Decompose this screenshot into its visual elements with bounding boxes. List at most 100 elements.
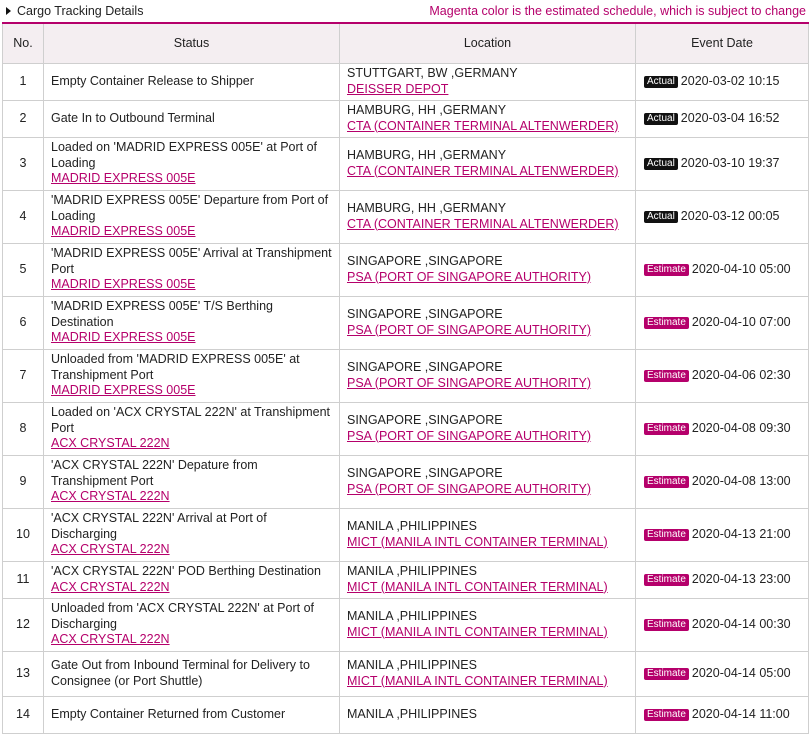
location-cell: SINGAPORE ,SINGAPORE PSA (PORT OF SINGAPO… — [339, 454, 636, 509]
estimate-badge: Estimate — [644, 316, 689, 329]
row-number: 2 — [2, 99, 44, 138]
location-text: MANILA ,PHILIPPINES — [347, 564, 477, 578]
terminal-link[interactable]: PSA (PORT OF SINGAPORE AUTHORITY) — [347, 482, 629, 498]
section-toggle[interactable]: Cargo Tracking Details — [4, 4, 143, 18]
table-row: 14 Empty Container Returned from Customer… — [2, 695, 809, 734]
location-cell: SINGAPORE ,SINGAPORE PSA (PORT OF SINGAPO… — [339, 295, 636, 350]
status-text: Empty Container Release to Shipper — [51, 73, 254, 88]
column-header-event-date: Event Date — [635, 22, 809, 64]
vessel-link[interactable]: ACX CRYSTAL 222N — [51, 542, 333, 558]
event-date-text: 2020-04-10 07:00 — [691, 314, 791, 329]
status-text: Gate In to Outbound Terminal — [51, 110, 215, 125]
vessel-link[interactable]: ACX CRYSTAL 222N — [51, 580, 333, 596]
status-cell: Gate In to Outbound Terminal — [43, 99, 340, 138]
column-header-status: Status — [43, 22, 340, 64]
status-cell: Loaded on 'MADRID EXPRESS 005E' at Port … — [43, 136, 340, 191]
terminal-link[interactable]: MICT (MANILA INTL CONTAINER TERMINAL) — [347, 580, 629, 596]
row-number: 5 — [2, 242, 44, 297]
event-date-text: 2020-04-06 02:30 — [691, 367, 791, 382]
vessel-link[interactable]: ACX CRYSTAL 222N — [51, 436, 333, 452]
row-number: 4 — [2, 189, 44, 244]
status-text: 'ACX CRYSTAL 222N' POD Berthing Destinat… — [51, 564, 321, 578]
estimate-badge: Estimate — [644, 263, 689, 276]
terminal-link[interactable]: PSA (PORT OF SINGAPORE AUTHORITY) — [347, 376, 629, 392]
status-text: Loaded on 'ACX CRYSTAL 222N' at Tranship… — [51, 405, 331, 435]
vessel-link[interactable]: MADRID EXPRESS 005E — [51, 383, 333, 399]
location-text: HAMBURG, HH ,GERMANY — [347, 201, 507, 215]
event-date-text: 2020-03-12 00:05 — [680, 208, 780, 223]
location-text: HAMBURG, HH ,GERMANY — [347, 148, 507, 162]
event-date-text: 2020-04-13 21:00 — [691, 526, 791, 541]
location-cell: STUTTGART, BW ,GERMANY DEISSER DEPOT — [339, 62, 636, 101]
location-text: SINGAPORE ,SINGAPORE — [347, 254, 503, 268]
event-date-text: 2020-04-14 05:00 — [691, 665, 791, 680]
table-row: 1 Empty Container Release to Shipper STUTT… — [2, 62, 809, 101]
status-text: 'MADRID EXPRESS 005E' Departure from Por… — [51, 193, 329, 223]
terminal-link[interactable]: PSA (PORT OF SINGAPORE AUTHORITY) — [347, 270, 629, 286]
terminal-link[interactable]: CTA (CONTAINER TERMINAL ALTENWERDER) — [347, 119, 629, 135]
terminal-link[interactable]: MICT (MANILA INTL CONTAINER TERMINAL) — [347, 535, 629, 551]
estimate-badge: Estimate — [644, 708, 689, 721]
location-cell: MANILA ,PHILIPPINES MICT (MANILA INTL CON… — [339, 650, 636, 697]
table-row: 12 Unloaded from 'ACX CRYSTAL 222N' at Po… — [2, 597, 809, 652]
location-cell: HAMBURG, HH ,GERMANY CTA (CONTAINER TERMI… — [339, 189, 636, 244]
location-text: HAMBURG, HH ,GERMANY — [347, 103, 507, 117]
location-cell: SINGAPORE ,SINGAPORE PSA (PORT OF SINGAPO… — [339, 242, 636, 297]
location-text: SINGAPORE ,SINGAPORE — [347, 413, 503, 427]
terminal-link[interactable]: CTA (CONTAINER TERMINAL ALTENWERDER) — [347, 164, 629, 180]
table-row: 7 Unloaded from 'MADRID EXPRESS 005E' at … — [2, 348, 809, 403]
table-row: 9 'ACX CRYSTAL 222N' Depature from Transh… — [2, 454, 809, 509]
table-body: 1 Empty Container Release to Shipper STUTT… — [2, 62, 809, 734]
event-date-cell: Actual 2020-03-12 00:05 — [635, 189, 809, 244]
estimate-badge: Estimate — [644, 422, 689, 435]
event-date-text: 2020-04-13 23:00 — [691, 571, 791, 586]
status-text: Loaded on 'MADRID EXPRESS 005E' at Port … — [51, 140, 318, 170]
terminal-link[interactable]: DEISSER DEPOT — [347, 82, 629, 98]
vessel-link[interactable]: MADRID EXPRESS 005E — [51, 224, 333, 240]
row-number: 14 — [2, 695, 44, 734]
status-text: 'MADRID EXPRESS 005E' T/S Berthing Desti… — [51, 299, 273, 329]
status-cell: 'ACX CRYSTAL 222N' Arrival at Port of Di… — [43, 507, 340, 562]
row-number: 11 — [2, 560, 44, 599]
event-date-cell: Estimate 2020-04-13 23:00 — [635, 560, 809, 599]
status-text: 'ACX CRYSTAL 222N' Depature from Transhi… — [51, 458, 258, 488]
vessel-link[interactable]: MADRID EXPRESS 005E — [51, 330, 333, 346]
event-date-text: 2020-03-04 16:52 — [680, 110, 780, 125]
location-text: SINGAPORE ,SINGAPORE — [347, 466, 503, 480]
vessel-link[interactable]: ACX CRYSTAL 222N — [51, 489, 333, 505]
location-cell: MANILA ,PHILIPPINES — [339, 695, 636, 734]
location-cell: MANILA ,PHILIPPINES MICT (MANILA INTL CON… — [339, 597, 636, 652]
row-number: 7 — [2, 348, 44, 403]
estimate-badge: Estimate — [644, 667, 689, 680]
row-number: 6 — [2, 295, 44, 350]
location-text: MANILA ,PHILIPPINES — [347, 658, 477, 672]
terminal-link[interactable]: MICT (MANILA INTL CONTAINER TERMINAL) — [347, 674, 629, 690]
table-row: 5 'MADRID EXPRESS 005E' Arrival at Transh… — [2, 242, 809, 297]
status-cell: 'ACX CRYSTAL 222N' POD Berthing Destinat… — [43, 560, 340, 599]
estimate-note: Magenta color is the estimated schedule,… — [429, 4, 806, 18]
terminal-link[interactable]: MICT (MANILA INTL CONTAINER TERMINAL) — [347, 625, 629, 641]
vessel-link[interactable]: MADRID EXPRESS 005E — [51, 171, 333, 187]
table-row: 8 Loaded on 'ACX CRYSTAL 222N' at Transhi… — [2, 401, 809, 456]
location-text: SINGAPORE ,SINGAPORE — [347, 307, 503, 321]
event-date-cell: Estimate 2020-04-14 05:00 — [635, 650, 809, 697]
estimate-badge: Estimate — [644, 618, 689, 631]
event-date-text: 2020-04-14 11:00 — [691, 706, 790, 721]
event-date-cell: Estimate 2020-04-14 11:00 — [635, 695, 809, 734]
table-row: 2 Gate In to Outbound Terminal HAMBURG, HH… — [2, 99, 809, 138]
event-date-text: 2020-04-14 00:30 — [691, 616, 791, 631]
location-text: MANILA ,PHILIPPINES — [347, 609, 477, 623]
terminal-link[interactable]: CTA (CONTAINER TERMINAL ALTENWERDER) — [347, 217, 629, 233]
table-row: 11 'ACX CRYSTAL 222N' POD Berthing Destin… — [2, 560, 809, 599]
section-header[interactable]: Cargo Tracking Details Magenta color is … — [0, 0, 810, 22]
status-cell: Unloaded from 'ACX CRYSTAL 222N' at Port… — [43, 597, 340, 652]
event-date-cell: Estimate 2020-04-10 07:00 — [635, 295, 809, 350]
vessel-link[interactable]: ACX CRYSTAL 222N — [51, 632, 333, 648]
terminal-link[interactable]: PSA (PORT OF SINGAPORE AUTHORITY) — [347, 429, 629, 445]
actual-badge: Actual — [644, 75, 678, 88]
terminal-link[interactable]: PSA (PORT OF SINGAPORE AUTHORITY) — [347, 323, 629, 339]
vessel-link[interactable]: MADRID EXPRESS 005E — [51, 277, 333, 293]
tracking-table: No. Status Location Event Date 1 Empty Co… — [2, 22, 809, 734]
column-header-location: Location — [339, 22, 636, 64]
status-cell: Gate Out from Inbound Terminal for Deliv… — [43, 650, 340, 697]
